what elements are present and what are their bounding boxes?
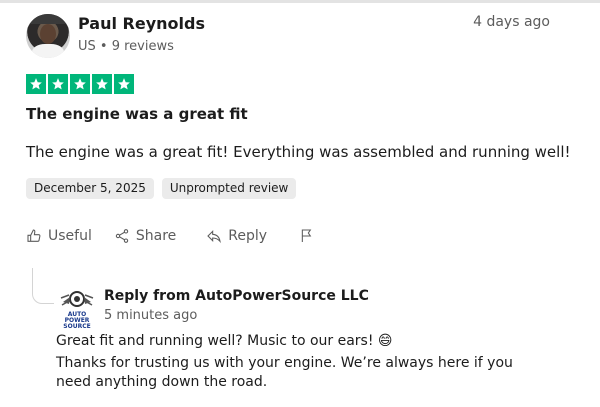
reply-from: Reply from AutoPowerSource LLC: [104, 288, 369, 304]
star-icon: [92, 74, 112, 94]
review-date: 4 days ago: [473, 14, 550, 30]
star-rating: [26, 74, 134, 94]
flag-icon: [301, 229, 312, 242]
reply-label: Reply: [228, 228, 268, 244]
reviewer-meta: US • 9 reviews: [78, 39, 174, 54]
useful-label: Useful: [48, 228, 92, 244]
reply-button[interactable]: Reply: [206, 228, 267, 244]
avatar[interactable]: [26, 14, 70, 58]
share-icon: [115, 229, 129, 243]
review-actions: Useful Share Reply: [26, 228, 315, 244]
logo-text: AUTO POWER SOURCE: [63, 311, 91, 330]
reply-text-line-1: Great fit and running well? Music to our…: [56, 333, 393, 349]
unprompted-tag[interactable]: Unprompted review: [161, 178, 297, 199]
star-icon: [70, 74, 90, 94]
review-title: The engine was a great fit: [26, 105, 248, 123]
report-button[interactable]: [299, 228, 315, 244]
date-tag: December 5, 2025: [26, 178, 154, 199]
review-body: The engine was a great fit! Everything w…: [26, 143, 571, 161]
avatar-background: [26, 14, 70, 24]
reply-time: 5 minutes ago: [104, 308, 198, 323]
reply-text-line-2: Thanks for trusting us with your engine.…: [56, 355, 513, 390]
share-button[interactable]: Share: [114, 228, 176, 244]
avatar-shirt: [32, 44, 64, 58]
reviewer-name[interactable]: Paul Reynolds: [78, 14, 205, 33]
top-divider: [0, 0, 600, 3]
star-icon: [48, 74, 68, 94]
star-icon: [114, 74, 134, 94]
review-tags: December 5, 2025 Unprompted review: [26, 178, 297, 199]
reply-arrow-icon: [207, 230, 222, 244]
avatar-face: [40, 24, 56, 44]
reply-connector: [32, 268, 54, 304]
thumbs-up-icon: [27, 229, 41, 242]
share-label: Share: [135, 228, 177, 244]
star-icon: [26, 74, 46, 94]
useful-button[interactable]: Useful: [26, 228, 92, 244]
